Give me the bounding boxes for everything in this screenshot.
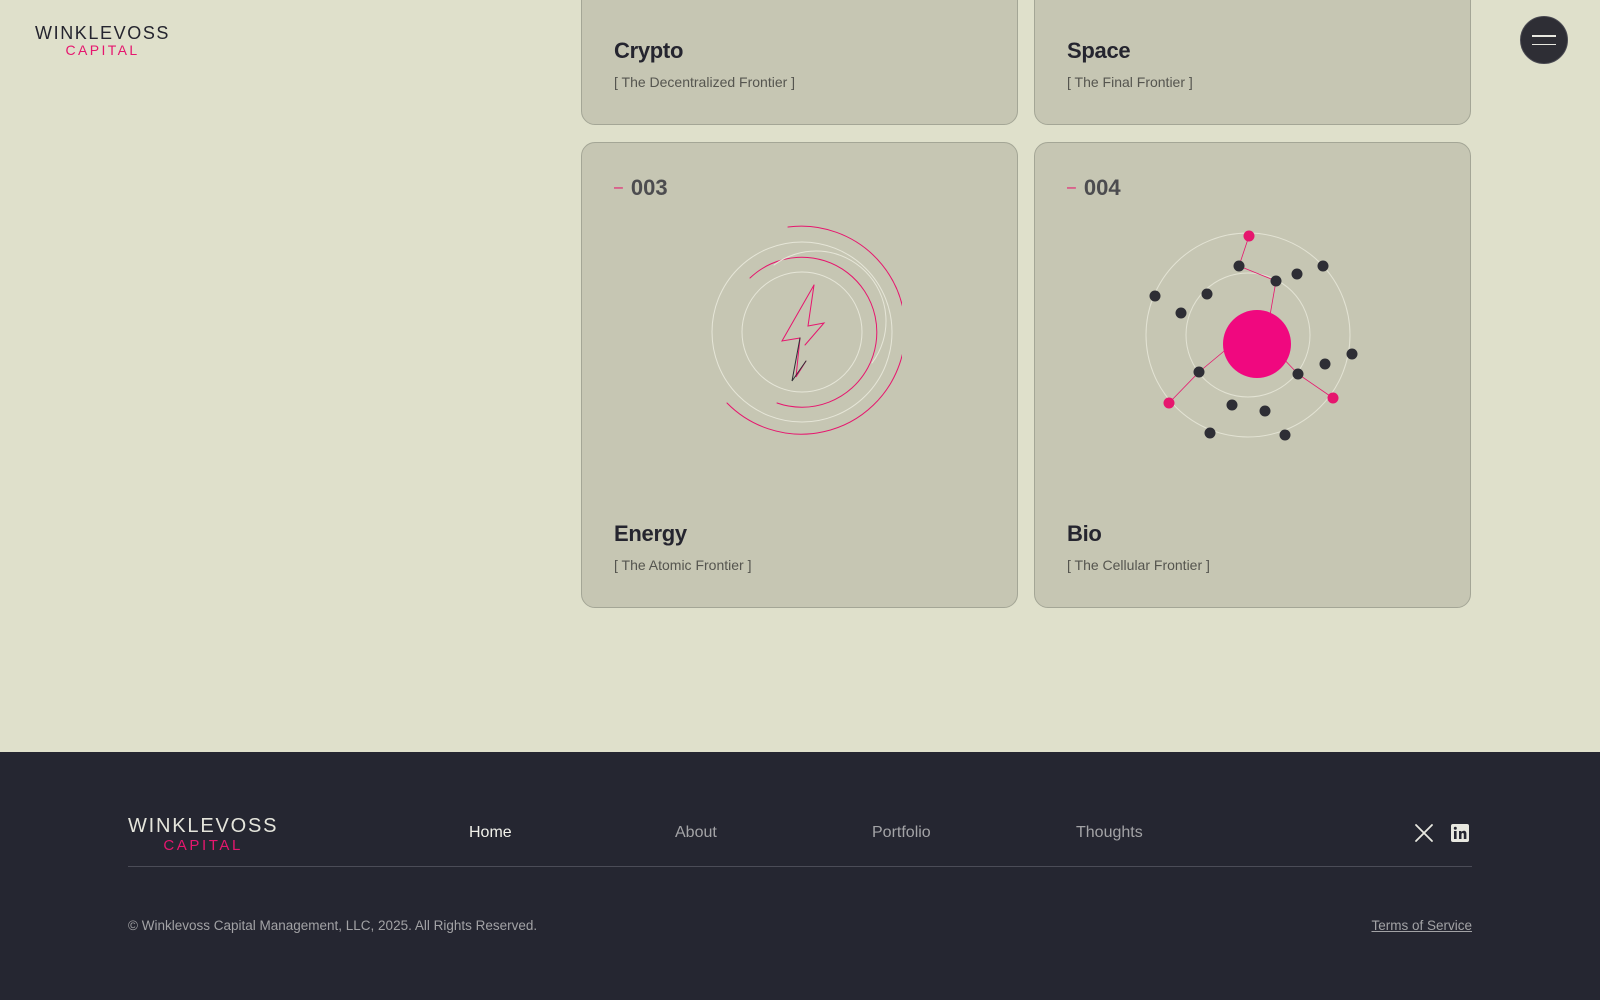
lightning-bolt-icon — [711, 225, 902, 435]
card-bio[interactable]: – 004 Bio [The Cellular Frontier] — [1034, 142, 1471, 608]
card-number: – 003 — [614, 175, 668, 201]
footer-logo-line2: CAPITAL — [163, 837, 243, 854]
site-footer: WINKLEVOSS CAPITAL Home About Portfolio … — [0, 752, 1600, 1000]
card-subtitle: [ The Cellular Frontier ] — [1067, 557, 1210, 573]
footer-divider — [128, 866, 1472, 867]
card-title: Bio — [1067, 521, 1102, 546]
footer-logo-line1: WINKLEVOSS — [128, 815, 279, 837]
hamburger-icon-line — [1532, 43, 1556, 45]
card-subtitle: [ The Atomic Frontier ] — [614, 557, 752, 573]
logo-line2: CAPITAL — [65, 42, 140, 58]
menu-button[interactable] — [1520, 16, 1568, 64]
card-space[interactable]: Space [ The Final Frontier ] — [1034, 0, 1471, 125]
footer-nav-portfolio[interactable]: Portfolio — [872, 824, 931, 842]
card-number-value: 003 — [630, 175, 668, 200]
card-energy[interactable]: – 003 Energy [ The Atomic Frontier ] — [581, 142, 1018, 608]
card-title: Energy — [614, 521, 687, 546]
copyright-text: © Winklevoss Capital Management, LLC, 20… — [128, 918, 538, 933]
card-title: Space — [1067, 38, 1131, 63]
dash-icon: – — [614, 179, 623, 196]
linkedin-icon[interactable] — [1450, 823, 1470, 843]
card-title: Crypto — [614, 38, 684, 63]
logo-line1: WINKLEVOSS — [35, 23, 171, 43]
hamburger-icon — [1532, 35, 1556, 37]
terms-of-service-link[interactable]: Terms of Service — [1371, 918, 1472, 933]
card-crypto[interactable]: Crypto [ The Decentralized Frontier ] — [581, 0, 1018, 125]
cell-network-icon — [1145, 230, 1358, 441]
card-number-value: 004 — [1083, 175, 1121, 200]
x-icon[interactable] — [1414, 823, 1434, 843]
card-subtitle: [ The Decentralized Frontier ] — [614, 74, 796, 90]
footer-nav-home[interactable]: Home — [469, 824, 512, 842]
site-logo[interactable]: WINKLEVOSS CAPITAL — [35, 24, 170, 57]
dash-icon: – — [1067, 179, 1076, 196]
footer-logo[interactable]: WINKLEVOSS CAPITAL — [128, 816, 278, 853]
card-subtitle: [ The Final Frontier ] — [1067, 74, 1193, 90]
card-number: – 004 — [1067, 175, 1121, 201]
footer-nav-about[interactable]: About — [675, 824, 717, 842]
footer-nav-thoughts[interactable]: Thoughts — [1076, 824, 1143, 842]
